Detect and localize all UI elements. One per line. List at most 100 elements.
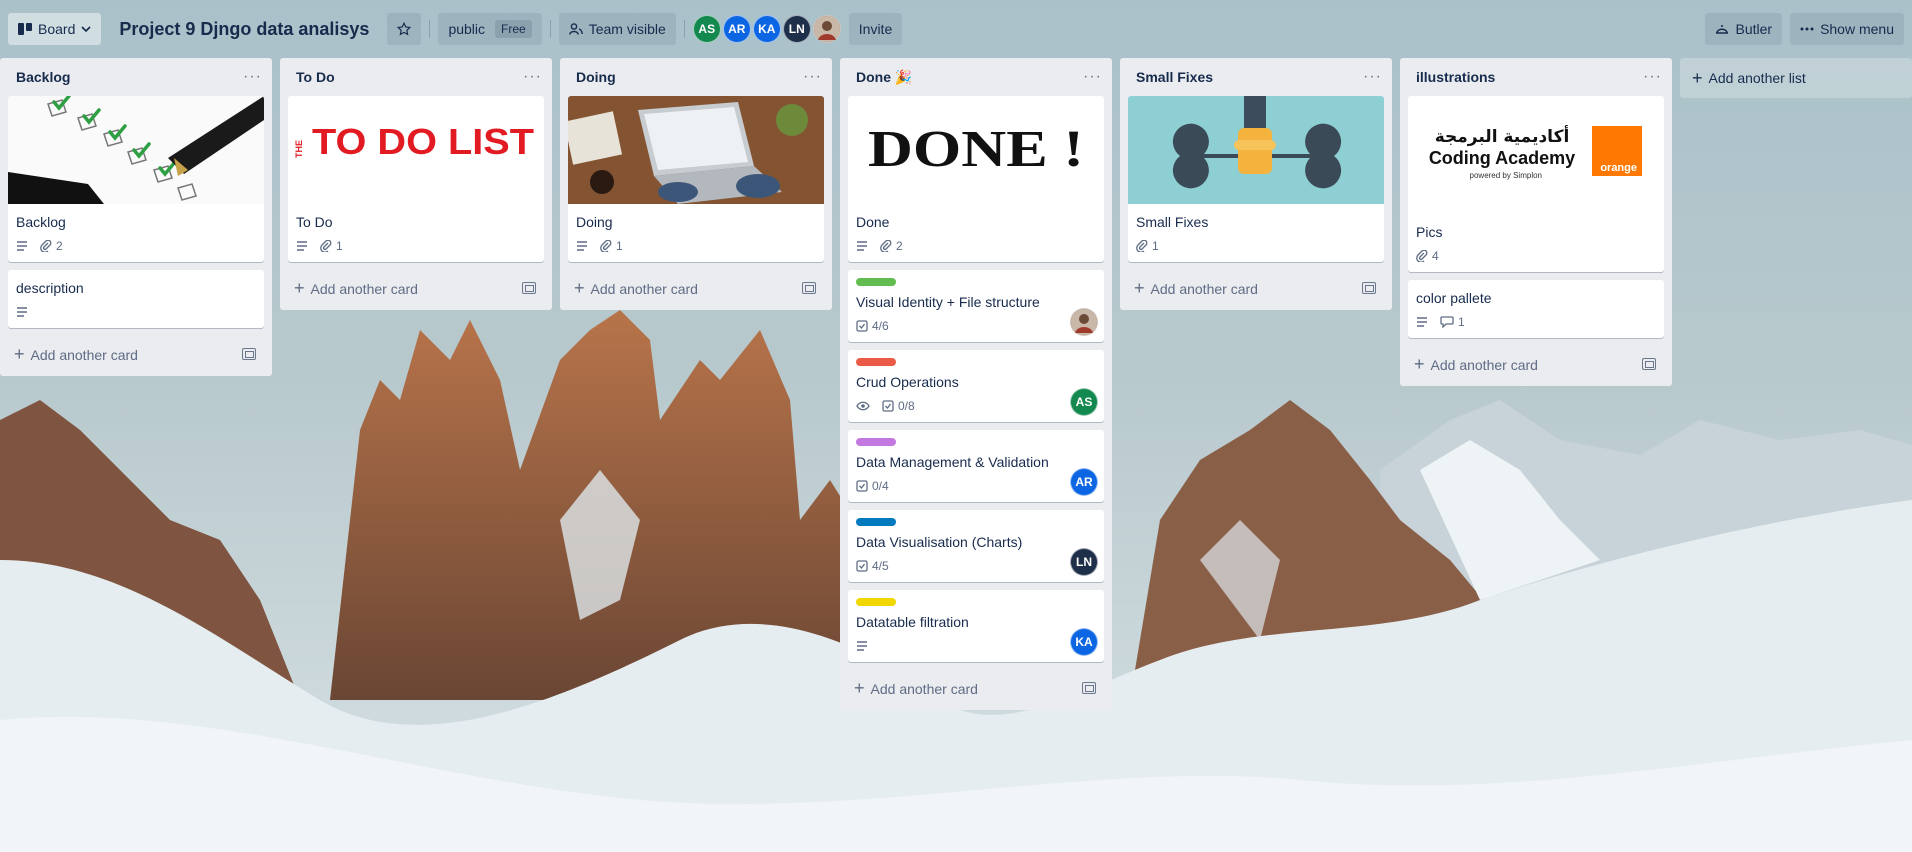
member-avatar[interactable]: AS [692,15,721,43]
checklist-count: 0/8 [898,399,915,413]
list-title[interactable]: Done 🎉 [856,69,912,86]
card-list: أكاديمية البرمجة Coding Academy powered … [1400,96,1672,338]
add-card-button[interactable]: + Add another card [4,336,268,372]
card-member-avatar[interactable]: KA [1070,628,1098,656]
card-title: Pics [1416,224,1443,240]
team-visible-label: Team visible [588,21,666,37]
card-crud-operations[interactable]: Crud Operations 0/8 AS [848,350,1104,422]
card-doing[interactable]: Doing 1 [568,96,824,262]
add-card-button[interactable]: + Add another card [284,270,548,306]
card-done[interactable]: DONE ! Done 2 [848,96,1104,262]
card-list: THE TO DO LIST To Do 1 [280,96,552,262]
card-datatable-filtration[interactable]: Datatable filtration KA [848,590,1104,662]
card-pics[interactable]: أكاديمية البرمجة Coding Academy powered … [1408,96,1664,272]
card-member-avatar-photo[interactable] [1070,308,1098,336]
add-card-button[interactable]: + Add another card [1404,346,1668,382]
team-visible-button[interactable]: Team visible [558,13,676,45]
member-avatar[interactable]: AR [722,15,751,43]
add-list-button[interactable]: + Add another list [1680,58,1912,98]
member-avatar[interactable]: LN [782,15,811,43]
header-divider [549,20,551,38]
card-color-pallete[interactable]: color pallete 1 [1408,280,1664,338]
cover-title-text: TO DO LIST [312,121,534,162]
card-backlog[interactable]: Backlog 2 [8,96,264,262]
card-body: Visual Identity + File structure 4/6 [848,270,1104,342]
list-title[interactable]: illustrations [1416,69,1495,85]
description-icon [857,241,867,251]
plus-icon: + [1134,277,1145,298]
card-badges: 1 [1416,312,1656,332]
member-avatar-photo[interactable] [812,15,841,43]
list-menu-icon[interactable]: ··· [1643,68,1662,86]
checklist-count: 0/4 [872,479,889,493]
add-card-button[interactable]: + Add another card [844,670,1108,706]
list-title[interactable]: Backlog [16,69,70,85]
list-title[interactable]: To Do [296,69,335,85]
card-label[interactable] [856,278,896,286]
card-title: description [16,280,84,296]
card-badges: 2 [16,236,256,256]
list-menu-icon[interactable]: ··· [523,68,542,86]
show-menu-button[interactable]: Show menu [1790,13,1904,45]
card-template-icon[interactable] [1082,682,1096,694]
comment-icon [1440,316,1454,328]
card-visual-identity[interactable]: Visual Identity + File structure 4/6 [848,270,1104,342]
description-icon [17,307,27,317]
card-cover-laptop-desk [568,96,824,204]
watching-badge [856,401,870,411]
card-small-fixes[interactable]: Small Fixes 1 [1128,96,1384,262]
card-title: Data Visualisation (Charts) [856,534,1023,550]
more-icon [1800,27,1814,31]
list-title[interactable]: Doing [576,69,616,85]
card-body: Data Visualisation (Charts) 4/5 [848,510,1104,582]
list-menu-icon[interactable]: ··· [1083,68,1102,86]
description-badge [296,241,308,251]
card-badges: 0/4 [856,476,1096,496]
card-template-icon[interactable] [242,348,256,360]
paperclip-icon [40,240,52,252]
card-badges: 4/5 [856,556,1096,576]
card-member-avatar[interactable]: LN [1070,548,1098,576]
add-card-button[interactable]: + Add another card [1124,270,1388,306]
add-card-button[interactable]: + Add another card [564,270,828,306]
invite-button[interactable]: Invite [848,13,903,45]
card-label[interactable] [856,518,896,526]
list-menu-icon[interactable]: ··· [243,68,262,86]
card-label[interactable] [856,438,896,446]
member-avatar[interactable]: KA [752,15,781,43]
description-badge [1416,317,1428,327]
card-template-icon[interactable] [1642,358,1656,370]
plus-icon: + [294,277,305,298]
card-template-icon[interactable] [522,282,536,294]
card-cover-coding-academy: أكاديمية البرمجة Coding Academy powered … [1408,96,1664,214]
member-photo-icon [1071,309,1097,335]
header-divider [429,20,431,38]
card-data-visualisation[interactable]: Data Visualisation (Charts) 4/5 LN [848,510,1104,582]
list-menu-icon[interactable]: ··· [803,68,822,86]
card-description[interactable]: description [8,270,264,328]
checklist-icon [856,480,868,492]
visibility-button[interactable]: public Free [438,13,542,45]
list-menu-icon[interactable]: ··· [1363,68,1382,86]
star-board-button[interactable] [387,13,422,45]
add-card-label: Add another card [30,346,138,363]
card-list: Backlog 2 description [0,96,272,328]
card-label[interactable] [856,358,896,366]
cover-title-text: DONE ! [868,121,1084,178]
card-body: description [8,270,264,328]
card-member-avatar[interactable]: AS [1070,388,1098,416]
comment-badge: 1 [1440,315,1465,329]
card-label[interactable] [856,598,896,606]
card-member-avatar[interactable]: AR [1070,468,1098,496]
card-data-management[interactable]: Data Management & Validation 0/4 AR [848,430,1104,502]
butler-label: Butler [1735,21,1773,37]
board-title[interactable]: Project 9 Djngo data analisys [109,19,379,40]
card-template-icon[interactable] [1362,282,1376,294]
card-template-icon[interactable] [802,282,816,294]
description-badge [856,641,868,651]
description-icon [297,241,307,251]
card-to-do[interactable]: THE TO DO LIST To Do 1 [288,96,544,262]
board-switcher-button[interactable]: Board [8,13,102,45]
butler-button[interactable]: Butler [1705,13,1783,45]
list-title[interactable]: Small Fixes [1136,69,1213,85]
